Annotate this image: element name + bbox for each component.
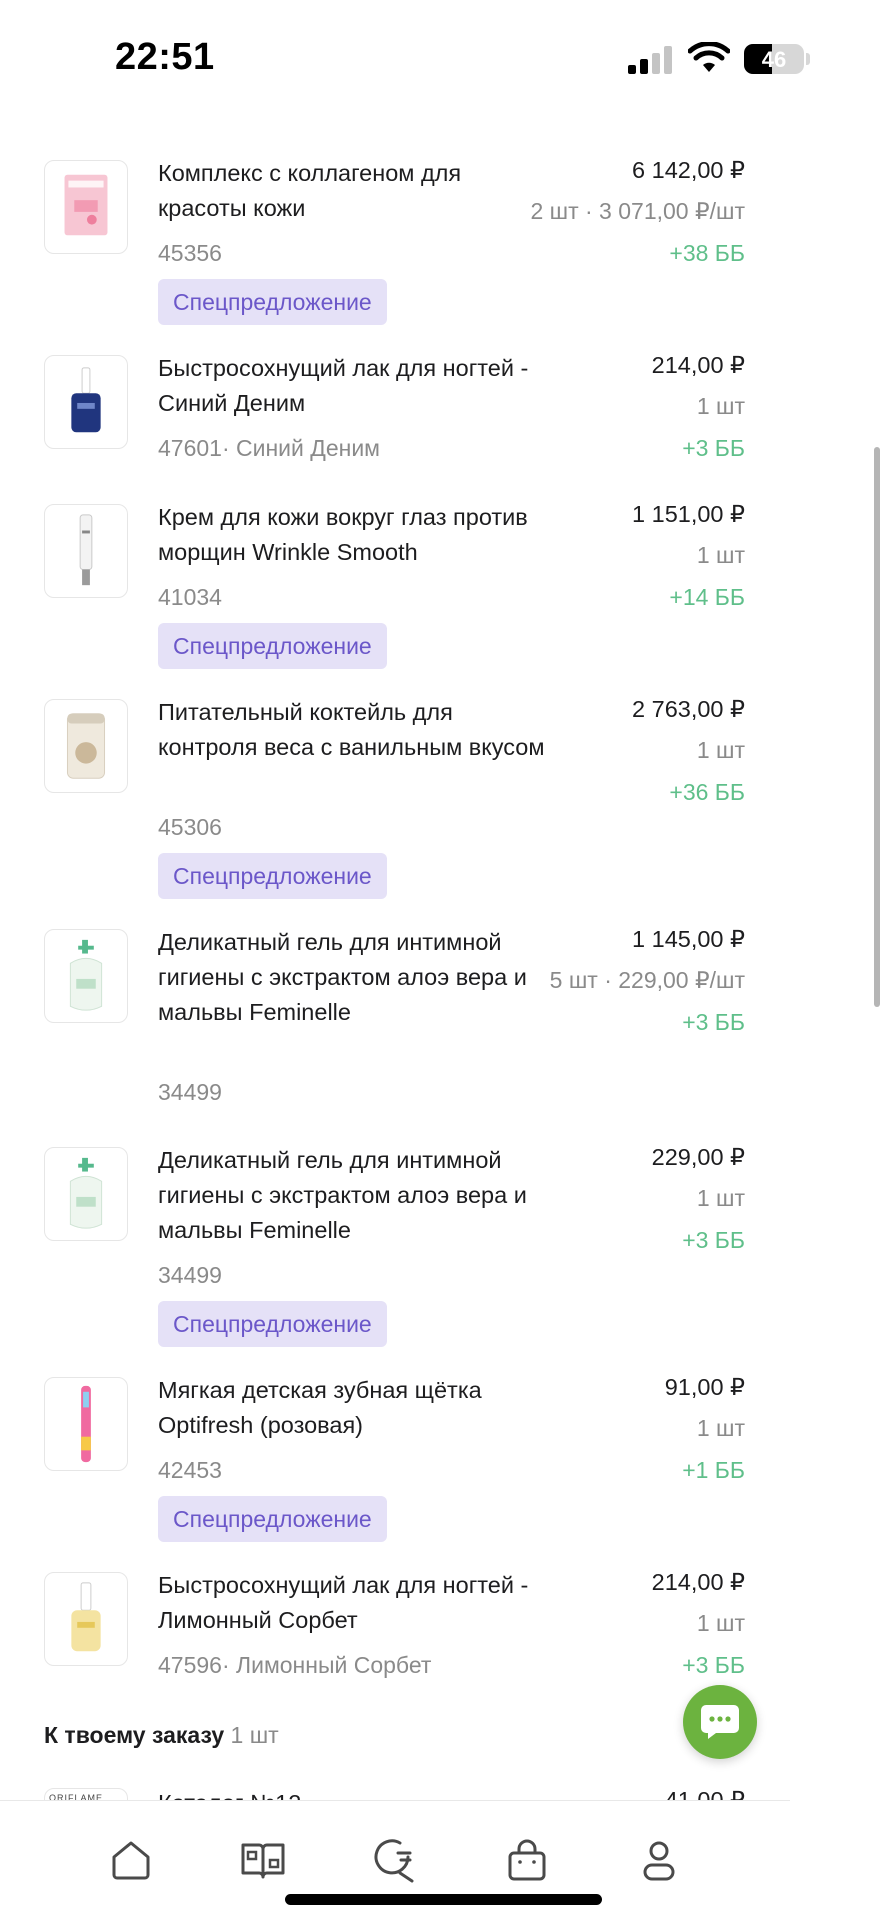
item-code: 41034: [158, 584, 222, 610]
item-name[interactable]: Крем для кожи вокруг глаз против морщин …: [158, 500, 553, 570]
wifi-icon: [688, 42, 730, 72]
cart-icon: [508, 1839, 546, 1881]
nav-home[interactable]: [106, 1835, 156, 1885]
section-title-text: К твоему заказу: [44, 1722, 225, 1748]
item-quantity: 1 шт: [696, 393, 745, 419]
item-bonus-points: +3 ББ: [682, 435, 745, 461]
item-name[interactable]: Питательный коктейль для контроля веса с…: [158, 695, 553, 765]
section-count: 1 шт: [230, 1722, 279, 1748]
special-offer-badge: Спецпредложение: [158, 1496, 387, 1542]
nav-cart[interactable]: [502, 1835, 552, 1885]
special-offer-badge: Спецпредложение: [158, 279, 387, 325]
item-price: 214,00 ₽: [651, 352, 745, 378]
nav-catalog[interactable]: [238, 1835, 288, 1885]
item-name[interactable]: Комплекс с коллагеном для красоты кожи: [158, 156, 553, 226]
cart-item[interactable]: Мягкая детская зубная щётка Optifresh (р…: [0, 1374, 790, 1547]
item-name[interactable]: Быстросохнущий лак для ногтей - Синий Де…: [158, 351, 553, 421]
item-price: 214,00 ₽: [651, 1569, 745, 1595]
cellular-signal-icon: [628, 46, 674, 74]
item-quantity: 2 шт · 3 071,00 ₽/шт: [530, 198, 745, 224]
item-bonus-points: +3 ББ: [682, 1227, 745, 1253]
status-time: 22:51: [115, 36, 215, 78]
cart-item[interactable]: Быстросохнущий лак для ногтей - Лимонный…: [0, 1569, 790, 1692]
eye-cream-tube-icon: [44, 504, 128, 598]
item-bonus-points: +38 ББ: [669, 240, 745, 266]
home-icon: [112, 1841, 150, 1880]
search-icon: [374, 1839, 414, 1883]
item-code: 42453: [158, 1457, 222, 1483]
profile-icon: [643, 1841, 675, 1881]
item-price: 1 145,00 ₽: [632, 926, 745, 952]
battery-level: 46: [761, 47, 787, 72]
item-quantity: 1 шт: [696, 1185, 745, 1211]
item-name[interactable]: Деликатный гель для интимной гигиены с э…: [158, 925, 553, 1030]
item-price: 6 142,00 ₽: [632, 157, 745, 183]
item-quantity: 1 шт: [696, 542, 745, 568]
item-code: 47601· Синий Деним: [158, 435, 380, 461]
item-code: 45356: [158, 240, 222, 266]
item-name[interactable]: Мягкая детская зубная щётка Optifresh (р…: [158, 1373, 553, 1443]
cart-item[interactable]: Деликатный гель для интимной гигиены с э…: [0, 926, 790, 1109]
special-offer-badge: Спецпредложение: [158, 853, 387, 899]
item-price: 229,00 ₽: [651, 1144, 745, 1170]
item-bonus-points: +1 ББ: [682, 1457, 745, 1483]
section-title: К твоему заказу 1 шт: [44, 1722, 279, 1749]
scrollbar[interactable]: [874, 447, 880, 1007]
item-bonus-points: +3 ББ: [682, 1652, 745, 1678]
gel-bottle-icon: [44, 929, 128, 1023]
item-quantity: 1 шт: [696, 737, 745, 763]
special-offer-badge: Спецпредложение: [158, 1301, 387, 1347]
item-quantity: 5 шт · 229,00 ₽/шт: [549, 967, 745, 993]
item-price: 91,00 ₽: [664, 1374, 745, 1400]
chat-button[interactable]: [683, 1685, 757, 1759]
home-indicator: [285, 1894, 602, 1905]
special-offer-badge: Спецпредложение: [158, 623, 387, 669]
item-name[interactable]: Деликатный гель для интимной гигиены с э…: [158, 1143, 553, 1248]
item-quantity: 1 шт: [696, 1610, 745, 1636]
item-price: 1 151,00 ₽: [632, 501, 745, 527]
chat-bubble-icon: [701, 1705, 739, 1739]
nav-profile[interactable]: [634, 1835, 684, 1885]
item-name[interactable]: Быстросохнущий лак для ногтей - Лимонный…: [158, 1568, 553, 1638]
item-code: 34499: [158, 1262, 222, 1288]
cart-item[interactable]: Питательный коктейль для контроля веса с…: [0, 696, 790, 904]
nail-polish-blue-icon: [44, 355, 128, 449]
gel-bottle-icon: [44, 1147, 128, 1241]
item-code: 45306: [158, 814, 222, 840]
item-bonus-points: +14 ББ: [669, 584, 745, 610]
shake-jar-icon: [44, 699, 128, 793]
cart-item[interactable]: Крем для кожи вокруг глаз против морщин …: [0, 501, 790, 674]
item-code: 47596· Лимонный Сорбет: [158, 1652, 432, 1678]
toothbrush-icon: [44, 1377, 128, 1471]
item-quantity: 1 шт: [696, 1415, 745, 1441]
nav-search[interactable]: [370, 1835, 420, 1885]
item-code: 34499: [158, 1079, 222, 1105]
cart-item[interactable]: Быстросохнущий лак для ногтей - Синий Де…: [0, 352, 790, 475]
nail-polish-yellow-icon: [44, 1572, 128, 1666]
status-bar: 22:51 46: [0, 0, 886, 120]
item-bonus-points: +36 ББ: [669, 779, 745, 805]
battery-icon: 46: [744, 44, 804, 74]
cart-item[interactable]: Комплекс с коллагеном для красоты кожи 4…: [0, 157, 790, 330]
cart-item[interactable]: Деликатный гель для интимной гигиены с э…: [0, 1144, 790, 1352]
battery-tip: [806, 53, 810, 65]
catalog-icon: [241, 1843, 285, 1879]
item-price: 2 763,00 ₽: [632, 696, 745, 722]
collagen-pack-icon: [44, 160, 128, 254]
item-bonus-points: +3 ББ: [682, 1009, 745, 1035]
